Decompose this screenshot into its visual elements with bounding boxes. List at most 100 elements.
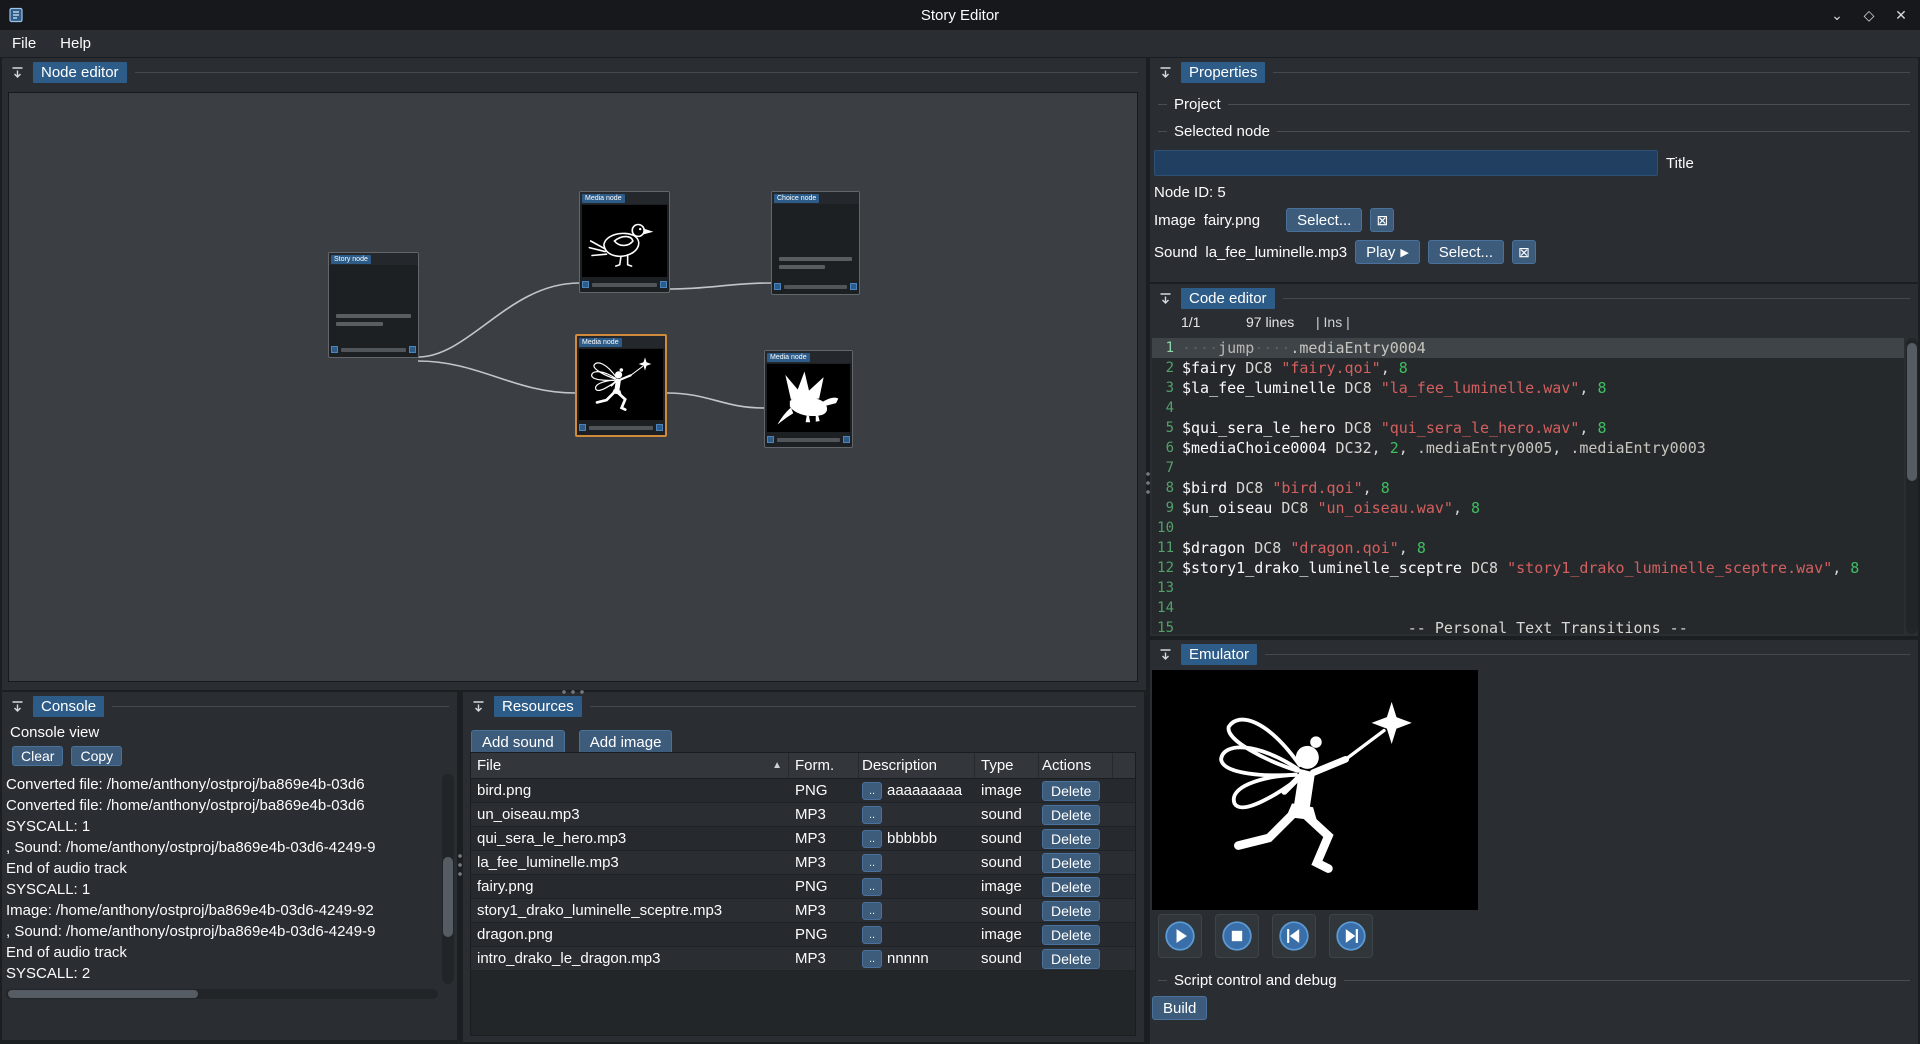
table-row[interactable]: la_fee_luminelle.mp3MP3..soundDelete <box>471 851 1135 875</box>
table-row[interactable]: dragon.pngPNG..imageDelete <box>471 923 1135 947</box>
delete-button[interactable]: Delete <box>1042 781 1100 801</box>
node-output-port[interactable] <box>656 424 663 431</box>
code-line[interactable]: 12$story1_drako_luminelle_sceptre DC8 "s… <box>1152 558 1904 578</box>
table-row[interactable]: bird.pngPNG..aaaaaaaaaimageDelete <box>471 779 1135 803</box>
splitter-handle[interactable] <box>1146 470 1150 496</box>
scrollbar-thumb[interactable] <box>8 990 198 998</box>
add-sound-button[interactable]: Add sound <box>471 730 565 754</box>
code-line[interactable]: 13 <box>1152 578 1904 598</box>
clear-button[interactable]: Clear <box>12 746 63 766</box>
code-line[interactable]: 5$qui_sera_le_hero DC8 "qui_sera_le_hero… <box>1152 418 1904 438</box>
code-line[interactable]: 10 <box>1152 518 1904 538</box>
edit-description-button[interactable]: .. <box>862 926 882 944</box>
build-button[interactable]: Build <box>1152 996 1207 1020</box>
graph-node-fairy[interactable]: Media node <box>575 334 667 437</box>
console-horizontal-scrollbar[interactable] <box>6 989 438 999</box>
sound-clear-button[interactable]: ⊠ <box>1512 240 1536 264</box>
node-input-port[interactable] <box>774 283 781 290</box>
code-line[interactable]: 7 <box>1152 458 1904 478</box>
image-select-button[interactable]: Select... <box>1286 208 1362 232</box>
scrollbar-thumb[interactable] <box>1907 343 1917 481</box>
collapse-icon[interactable] <box>471 699 486 714</box>
title-input[interactable] <box>1154 150 1658 176</box>
code-line[interactable]: 14 <box>1152 598 1904 618</box>
table-row[interactable]: qui_sera_le_hero.mp3MP3..bbbbbbsoundDele… <box>471 827 1135 851</box>
delete-button[interactable]: Delete <box>1042 901 1100 921</box>
console-vertical-scrollbar[interactable] <box>442 774 454 984</box>
previous-button[interactable] <box>1272 914 1316 958</box>
line-number: 9 <box>1152 498 1182 518</box>
table-row[interactable]: un_oiseau.mp3MP3..soundDelete <box>471 803 1135 827</box>
column-header-type[interactable]: Type <box>975 753 1039 778</box>
close-button[interactable]: ✕ <box>1888 2 1914 28</box>
column-header-description[interactable]: Description <box>859 753 975 778</box>
code-line[interactable]: 6$mediaChoice0004 DC32, 2, .mediaEntry00… <box>1152 438 1904 458</box>
edit-description-button[interactable]: .. <box>862 854 882 872</box>
next-button[interactable] <box>1329 914 1373 958</box>
code-editor-area[interactable]: 1····jump····.mediaEntry00042$fairy DC8 … <box>1152 338 1904 634</box>
edit-description-button[interactable]: .. <box>862 806 882 824</box>
table-row[interactable]: fairy.pngPNG..imageDelete <box>471 875 1135 899</box>
table-row[interactable]: intro_drako_le_dragon.mp3MP3..nnnnnsound… <box>471 947 1135 971</box>
menu-help[interactable]: Help <box>48 30 103 58</box>
node-input-port[interactable] <box>579 424 586 431</box>
node-output-port[interactable] <box>660 281 667 288</box>
image-clear-button[interactable]: ⊠ <box>1370 208 1394 232</box>
delete-button[interactable]: Delete <box>1042 925 1100 945</box>
edit-description-button[interactable]: .. <box>862 830 882 848</box>
delete-button[interactable]: Delete <box>1042 949 1100 969</box>
cell-file: un_oiseau.mp3 <box>471 806 789 823</box>
collapse-icon[interactable] <box>10 65 25 80</box>
collapse-icon[interactable] <box>10 699 25 714</box>
copy-button[interactable]: Copy <box>71 746 122 766</box>
stop-button[interactable] <box>1215 914 1259 958</box>
minimize-button[interactable]: ⌄ <box>1824 2 1850 28</box>
code-line[interactable]: 9$un_oiseau DC8 "un_oiseau.wav", 8 <box>1152 498 1904 518</box>
code-vertical-scrollbar[interactable] <box>1906 338 1918 634</box>
code-line[interactable]: 1····jump····.mediaEntry0004 <box>1152 338 1904 358</box>
play-button[interactable] <box>1158 914 1202 958</box>
add-image-button[interactable]: Add image <box>579 730 673 754</box>
code-line[interactable]: 3$la_fee_luminelle DC8 "la_fee_luminelle… <box>1152 378 1904 398</box>
column-header-actions[interactable]: Actions <box>1039 753 1113 778</box>
node-output-port[interactable] <box>409 346 416 353</box>
edit-description-button[interactable]: .. <box>862 782 882 800</box>
graph-node-choice[interactable]: Choice node <box>771 191 860 295</box>
collapse-icon[interactable] <box>1158 65 1173 80</box>
table-row[interactable]: story1_drako_luminelle_sceptre.mp3MP3..s… <box>471 899 1135 923</box>
node-canvas[interactable]: Story node Media node <box>8 92 1138 682</box>
delete-button[interactable]: Delete <box>1042 853 1100 873</box>
sound-select-button[interactable]: Select... <box>1428 240 1504 264</box>
code-line[interactable]: 2$fairy DC8 "fairy.qoi", 8 <box>1152 358 1904 378</box>
menu-file[interactable]: File <box>0 30 48 58</box>
edit-description-button[interactable]: .. <box>862 878 882 896</box>
delete-button[interactable]: Delete <box>1042 877 1100 897</box>
node-input-port[interactable] <box>767 436 774 443</box>
delete-button[interactable]: Delete <box>1042 805 1100 825</box>
graph-node-story[interactable]: Story node <box>328 252 419 358</box>
graph-node-dragon[interactable]: Media node <box>764 350 853 448</box>
console-log[interactable]: Converted file: /home/anthony/ostproj/ba… <box>6 774 440 986</box>
node-output-port[interactable] <box>850 283 857 290</box>
code-line[interactable]: 8$bird DC8 "bird.qoi", 8 <box>1152 478 1904 498</box>
column-header-format[interactable]: Form. <box>789 753 859 778</box>
graph-node-bird[interactable]: Media node <box>579 191 670 293</box>
node-input-port[interactable] <box>582 281 589 288</box>
delete-button[interactable]: Delete <box>1042 829 1100 849</box>
scrollbar-thumb[interactable] <box>443 857 453 937</box>
edit-description-button[interactable]: .. <box>862 902 882 920</box>
column-header-file[interactable]: File▲ <box>471 753 789 778</box>
sound-play-button[interactable]: Play▶ <box>1355 240 1420 264</box>
code-line[interactable]: 4 <box>1152 398 1904 418</box>
splitter-handle[interactable] <box>458 852 462 878</box>
header-divider <box>1265 654 1910 655</box>
edit-description-button[interactable]: .. <box>862 950 882 968</box>
node-input-port[interactable] <box>331 346 338 353</box>
collapse-icon[interactable] <box>1158 647 1173 662</box>
code-line[interactable]: 15 -- Personal Text Transitions -- <box>1152 618 1904 634</box>
node-output-port[interactable] <box>843 436 850 443</box>
splitter-handle[interactable] <box>560 690 586 694</box>
maximize-button[interactable]: ◇ <box>1856 2 1882 28</box>
collapse-icon[interactable] <box>1158 291 1173 306</box>
code-line[interactable]: 11$dragon DC8 "dragon.qoi", 8 <box>1152 538 1904 558</box>
